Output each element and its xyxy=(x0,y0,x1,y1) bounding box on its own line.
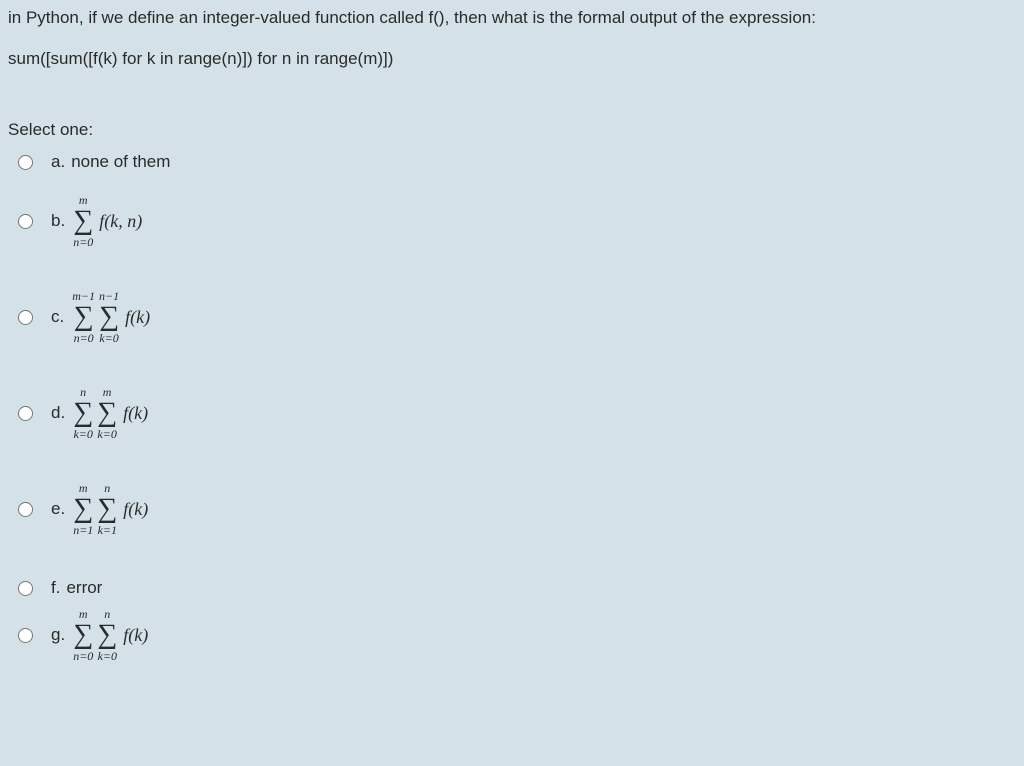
sigma-b: m ∑ n=0 xyxy=(73,194,93,248)
option-a-text: none of them xyxy=(71,152,170,172)
sigma-d2: m ∑ k=0 xyxy=(97,386,117,440)
option-g-letter: g. xyxy=(51,625,65,645)
sigma-icon: ∑ xyxy=(73,621,93,649)
sigma-d1: n ∑ k=0 xyxy=(73,386,93,440)
option-e-fn: f(k) xyxy=(123,499,148,520)
option-a: a. none of them xyxy=(18,152,1024,172)
option-g-label: g. m ∑ n=0 n ∑ k=0 f(k) xyxy=(51,608,148,662)
option-g-fn: f(k) xyxy=(123,625,148,646)
option-d-label: d. n ∑ k=0 m ∑ k=0 f(k) xyxy=(51,386,148,440)
option-c-letter: c. xyxy=(51,307,64,327)
option-b: b. m ∑ n=0 f(k, n) xyxy=(18,194,1024,248)
option-e-letter: e. xyxy=(51,499,65,519)
radio-f[interactable] xyxy=(18,581,33,596)
option-d-fn: f(k) xyxy=(123,403,148,424)
radio-b[interactable] xyxy=(18,214,33,229)
option-g: g. m ∑ n=0 n ∑ k=0 f(k) xyxy=(18,608,1024,662)
sigma-icon: ∑ xyxy=(97,495,117,523)
question-line-1: in Python, if we define an integer-value… xyxy=(8,4,1016,31)
sigma-c1: m−1 ∑ n=0 xyxy=(72,290,95,344)
option-f-text: error xyxy=(66,578,102,598)
sigma-icon: ∑ xyxy=(99,303,119,331)
options-list: a. none of them b. m ∑ n=0 f(k, n) c. m−… xyxy=(0,152,1024,662)
option-a-letter: a. xyxy=(51,152,65,172)
sigma-e2: n ∑ k=1 xyxy=(97,482,117,536)
sigma-icon: ∑ xyxy=(73,495,93,523)
question-line-2: sum([sum([f(k) for k in range(n)]) for n… xyxy=(8,45,1016,72)
option-c-label: c. m−1 ∑ n=0 n−1 ∑ k=0 f(k) xyxy=(51,290,150,344)
sigma-icon: ∑ xyxy=(74,303,94,331)
select-one-label: Select one: xyxy=(0,120,1024,140)
sigma-icon: ∑ xyxy=(97,399,117,427)
option-d: d. n ∑ k=0 m ∑ k=0 f(k) xyxy=(18,386,1024,440)
sigma-c2: n−1 ∑ k=0 xyxy=(99,290,119,344)
option-b-letter: b. xyxy=(51,211,65,231)
radio-a[interactable] xyxy=(18,155,33,170)
option-c: c. m−1 ∑ n=0 n−1 ∑ k=0 f(k) xyxy=(18,290,1024,344)
sigma-icon: ∑ xyxy=(73,399,93,427)
option-a-label: a. none of them xyxy=(51,152,170,172)
option-d-letter: d. xyxy=(51,403,65,423)
sigma-icon: ∑ xyxy=(97,621,117,649)
radio-g[interactable] xyxy=(18,628,33,643)
radio-e[interactable] xyxy=(18,502,33,517)
option-b-label: b. m ∑ n=0 f(k, n) xyxy=(51,194,142,248)
sigma-g1: m ∑ n=0 xyxy=(73,608,93,662)
option-e-label: e. m ∑ n=1 n ∑ k=1 f(k) xyxy=(51,482,148,536)
radio-d[interactable] xyxy=(18,406,33,421)
sigma-icon: ∑ xyxy=(73,207,93,235)
option-c-fn: f(k) xyxy=(125,307,150,328)
sigma-g2: n ∑ k=0 xyxy=(97,608,117,662)
option-f-label: f. error xyxy=(51,578,102,598)
question-text: in Python, if we define an integer-value… xyxy=(0,0,1024,72)
radio-c[interactable] xyxy=(18,310,33,325)
option-f-letter: f. xyxy=(51,578,60,598)
sigma-e1: m ∑ n=1 xyxy=(73,482,93,536)
option-b-fn: f(k, n) xyxy=(99,211,142,232)
option-f: f. error xyxy=(18,578,1024,598)
option-e: e. m ∑ n=1 n ∑ k=1 f(k) xyxy=(18,482,1024,536)
